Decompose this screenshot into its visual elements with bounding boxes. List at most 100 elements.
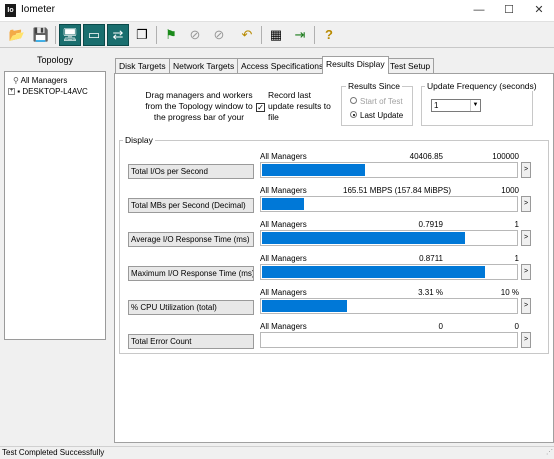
metric-selector-button[interactable]: Total MBs per Second (Decimal) [128,198,254,213]
new-disk-worker-icon: ▭ [87,27,101,42]
last-update-radio[interactable]: Last Update [350,110,403,121]
metric-detail-arrow-button[interactable]: > [521,332,531,348]
metric-max: 10 % [500,288,519,297]
stop-all-icon: ⊘ [213,27,225,42]
metric-source: All Managers [260,322,307,331]
results-since-title: Results Since [346,81,402,91]
start-tests-button[interactable]: ⚑ [160,24,182,46]
metric-progress-bar [260,162,518,178]
tab-disk-targets[interactable]: Disk Targets [115,58,170,74]
copy-worker-button[interactable]: ❐ [131,24,153,46]
metric-progress-fill [262,300,347,312]
update-frequency-value: 1 [434,101,439,110]
metric-source: All Managers [260,152,307,161]
network-icon: ⚲ [13,76,19,85]
save-button[interactable]: 💾 [30,24,52,46]
metric-value: 40406.85 [409,152,443,161]
metric-max: 1 [514,220,519,229]
close-button[interactable]: ✕ [524,0,554,22]
topology-header: Topology [36,55,74,65]
metric-progress-fill [262,164,365,176]
metric-source: All Managers [260,288,307,297]
metric-detail-arrow-button[interactable]: > [521,196,531,212]
metric-detail-arrow-button[interactable]: > [521,264,531,280]
record-results-checkbox[interactable]: ✓ [256,103,265,112]
start-of-test-radio[interactable]: Start of Test [350,96,403,107]
status-text: Test Completed Successfully [2,448,105,457]
expand-icon[interactable]: + [8,88,15,96]
metric-detail-arrow-button[interactable]: > [521,230,531,246]
radio-label: Start of Test [360,97,403,106]
maximize-button[interactable]: ☐ [494,0,524,22]
minimize-button[interactable]: — [464,0,494,22]
metric-value: 0.8711 [419,254,443,263]
toolbar: 📂 💾 🖥 ▭ ⇄ ❐ ⚑ ⊘ ⊘ ↶ ▦ ⇥ ? [0,22,554,48]
metric-progress-fill [262,266,485,278]
metric-value: 165.51 MBPS (157.84 MiBPS) [343,186,452,195]
metric-value: 0 [438,322,443,331]
metric-progress-bar [260,196,518,212]
stop-all-button[interactable]: ⊘ [208,24,230,46]
display-title: Display [123,135,155,145]
metric-selector-button[interactable]: Total I/Os per Second [128,164,254,179]
results-since-group: Results Since Start of Test Last Update [341,81,413,126]
reset-workers-icon: ↶ [241,27,253,42]
exit-button[interactable]: ⇥ [289,24,311,46]
reset-workers-button[interactable]: ↶ [236,24,258,46]
toolbar-separator [314,26,315,44]
topology-tree[interactable]: ⚲ All Managers + ▪ DESKTOP-L4AVC [4,71,106,340]
metric-progress-fill [262,232,465,244]
tree-item-manager[interactable]: + ▪ DESKTOP-L4AVC [8,86,88,98]
open-button[interactable]: 📂 [6,24,28,46]
metric-value: 3.31 % [418,288,443,297]
metric-progress-bar [260,332,518,348]
tab-test-setup[interactable]: Test Setup [386,58,435,74]
new-network-worker-button[interactable]: ⇄ [107,24,129,46]
copy-worker-icon: ❐ [136,27,148,42]
tab-results-display[interactable]: Results Display [322,56,389,74]
toolbar-separator [156,26,157,44]
iometer-app-icon: Io [5,4,16,17]
new-manager-button[interactable]: 🖥 [59,24,81,46]
metric-progress-bar [260,230,518,246]
open-icon: 📂 [8,27,26,42]
window-title: Iometer [21,4,55,15]
stop-icon: ⊘ [189,27,201,42]
metric-max: 1000 [501,186,519,195]
radio-label: Last Update [360,111,404,120]
update-frequency-group: Update Frequency (seconds) 1 ▼ [421,81,539,126]
topology-panel: Topology ⚲ All Managers + ▪ DESKTOP-L4AV… [4,52,106,442]
status-bar: Test Completed Successfully ⋰ [0,446,554,459]
update-frequency-select[interactable]: 1 ▼ [431,99,481,112]
help-icon: ? [325,27,333,42]
metric-detail-arrow-button[interactable]: > [521,298,531,314]
tab-bar: Disk Targets Network Targets Access Spec… [114,56,554,74]
tree-item-label: DESKTOP-L4AVC [22,87,88,96]
metric-selector-button[interactable]: % CPU Utilization (total) [128,300,254,315]
new-network-worker-icon: ⇄ [112,27,124,42]
results-display-panel: Drag managers and workers from the Topol… [114,73,554,443]
metric-progress-fill [262,198,304,210]
metric-max: 1 [514,254,519,263]
new-manager-icon: 🖥 [61,27,79,42]
exit-icon: ⇥ [294,27,306,42]
new-disk-worker-button[interactable]: ▭ [83,24,105,46]
computer-icon: ▪ [17,87,21,96]
metric-selector-button[interactable]: Total Error Count [128,334,254,349]
record-results-label: Record last update results to file [268,90,331,122]
tab-network-targets[interactable]: Network Targets [169,58,239,74]
title-bar: Io Iometer — ☐ ✕ [0,0,554,22]
metric-detail-arrow-button[interactable]: > [521,162,531,178]
stop-button[interactable]: ⊘ [184,24,206,46]
resize-grip-icon[interactable]: ⋰ [546,447,553,459]
radio-icon [350,97,357,105]
metric-max: 0 [514,322,519,331]
refresh-targets-button[interactable]: ▦ [265,24,287,46]
tab-access-specifications[interactable]: Access Specifications [237,58,328,74]
metric-source: All Managers [260,186,307,195]
metric-selector-button[interactable]: Average I/O Response Time (ms) [128,232,254,247]
toolbar-separator [55,26,56,44]
metric-selector-button[interactable]: Maximum I/O Response Time (ms) [128,266,254,281]
help-button[interactable]: ? [318,24,340,46]
metric-source: All Managers [260,220,307,229]
